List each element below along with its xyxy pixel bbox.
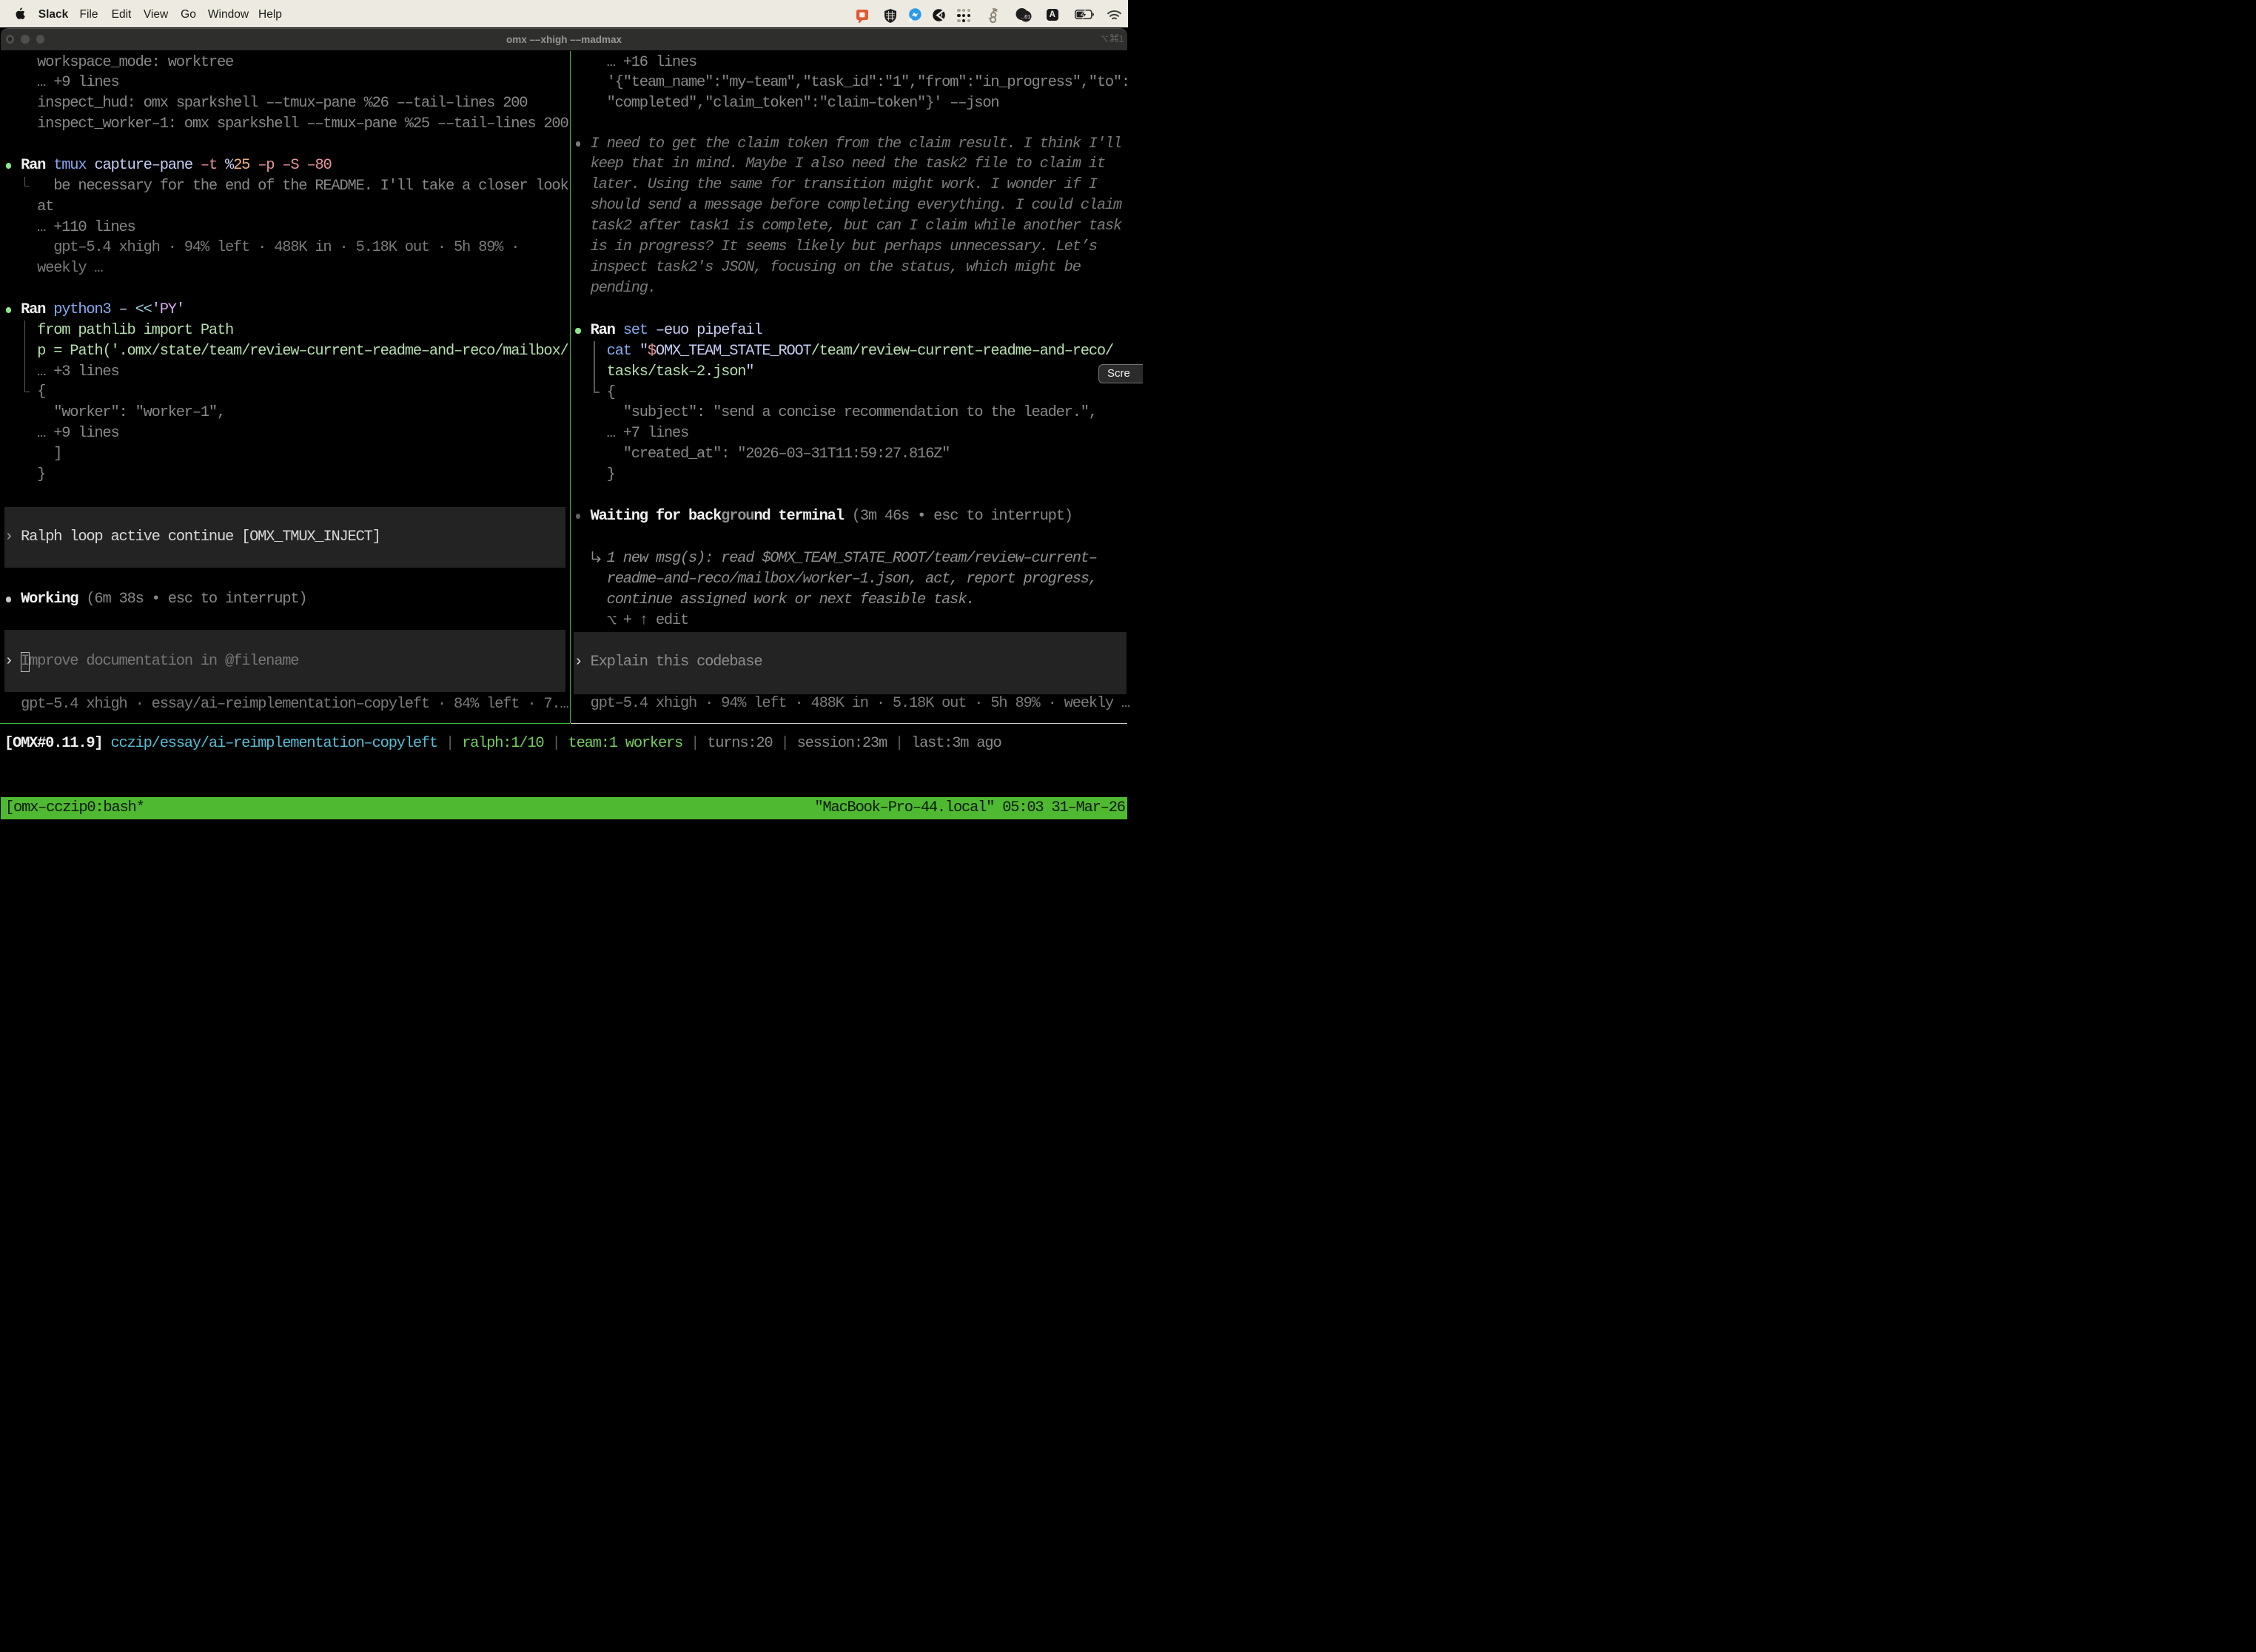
svg-text:..61: ..61 — [1021, 13, 1030, 20]
